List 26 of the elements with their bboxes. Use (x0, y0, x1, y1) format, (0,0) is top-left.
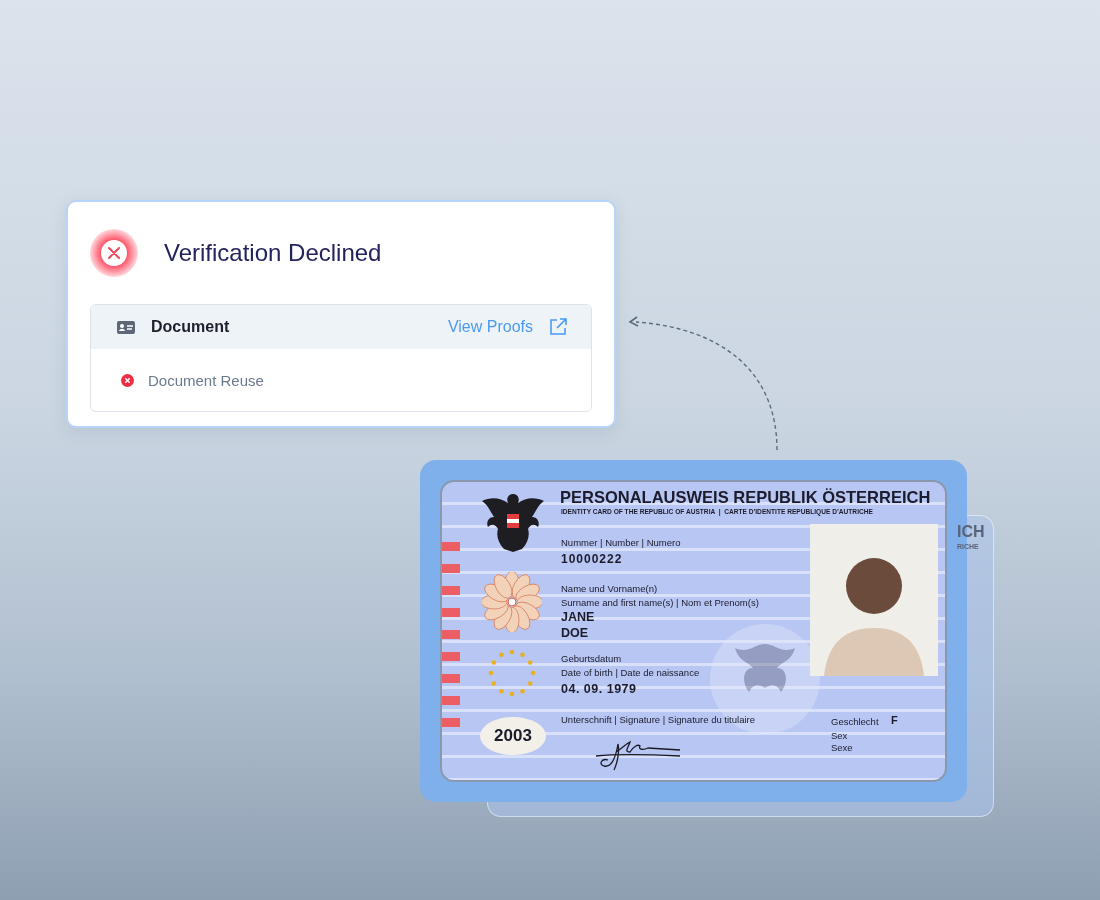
card-title: PERSONALAUSWEIS REPUBLIK ÖSTERREICH (560, 488, 931, 507)
check-label: Document Reuse (148, 371, 264, 389)
card-title: Verification Declined (164, 239, 382, 267)
last-name: DOE (561, 626, 589, 640)
external-link-icon[interactable] (549, 318, 567, 336)
declined-icon (90, 229, 138, 277)
card-title-fragment: ICH (957, 523, 985, 541)
field-label: Geburtsdatum (561, 653, 622, 664)
birth-date: 04. 09. 1979 (561, 682, 637, 696)
field-label: Sexe (831, 742, 853, 753)
field-label: Surname and first name(s) | Nom et Prenom(s) (561, 597, 759, 608)
id-card-icon (117, 320, 135, 334)
section-title: Document (151, 318, 231, 336)
year-badge: 2003 (480, 717, 546, 755)
view-proofs-link[interactable]: View Proofs (447, 318, 533, 336)
first-name: JANE (561, 610, 595, 624)
field-label: Date of birth | Date de naissance (561, 667, 700, 678)
document-number: 10000222 (561, 552, 623, 566)
rosette-icon (482, 572, 542, 632)
field-label: Geschlecht (831, 716, 879, 727)
star-circle-icon (486, 647, 538, 699)
field-label: Nummer | Number | Numero (561, 537, 681, 548)
field-label: Sex (831, 730, 848, 741)
field-label: Name und Vorname(n) (561, 583, 658, 594)
sex-value: F (891, 714, 898, 726)
field-label: Unterschnift | Signature | Signature du titulaire (561, 714, 755, 725)
